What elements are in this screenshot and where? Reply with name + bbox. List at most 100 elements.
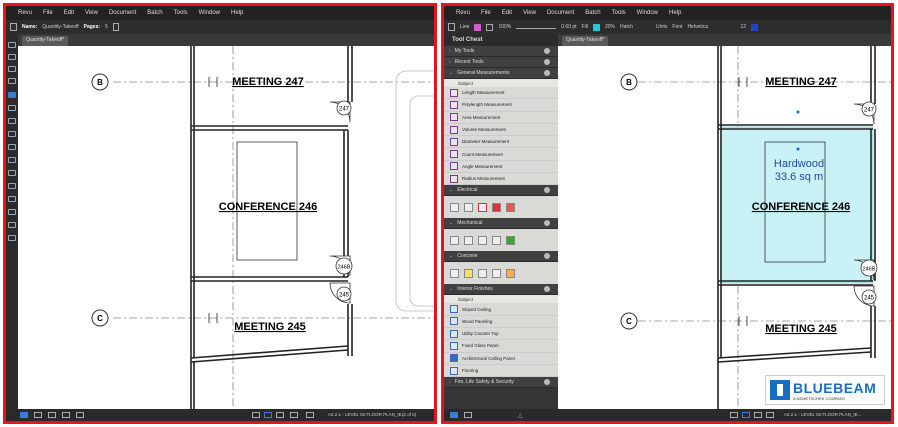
- category-concrete[interactable]: ⌄ Concrete: [444, 251, 558, 263]
- tool-fixed-glass-panel[interactable]: Fixed Glass Panel: [444, 340, 558, 353]
- bookmarks-icon[interactable]: [8, 54, 16, 60]
- page-selector[interactable]: A2.2.1 - LEVEL 02 FLOOR PLAN_IE...: [784, 412, 861, 417]
- thickness-field[interactable]: 0.60 pt: [561, 24, 576, 30]
- menu-help[interactable]: Help: [669, 10, 681, 16]
- line-color-swatch[interactable]: [474, 23, 482, 31]
- toilet-icon[interactable]: [492, 235, 501, 245]
- category-mechanical[interactable]: ⌄ Mechanical: [444, 218, 558, 230]
- pen-icon[interactable]: [8, 170, 16, 176]
- rebar-icon[interactable]: [506, 268, 515, 278]
- menu-revu[interactable]: Revu: [456, 10, 470, 16]
- add-icon[interactable]: [544, 187, 550, 194]
- menu-tools[interactable]: Tools: [612, 10, 626, 16]
- footing-icon[interactable]: [464, 268, 473, 278]
- add-icon[interactable]: [544, 70, 550, 76]
- menu-window[interactable]: Window: [637, 10, 658, 16]
- menu-document[interactable]: Document: [109, 10, 136, 16]
- single-page-icon[interactable]: [20, 412, 28, 418]
- signature-icon[interactable]: [8, 157, 16, 163]
- tree-icon[interactable]: [506, 235, 515, 245]
- switch-icon[interactable]: [464, 202, 473, 212]
- tool-volume-measurement[interactable]: Volume Measurement: [444, 124, 558, 137]
- menu-document[interactable]: Document: [547, 10, 574, 16]
- outlet-icon[interactable]: [450, 202, 459, 212]
- grid-icon[interactable]: [464, 412, 472, 418]
- compare-icon[interactable]: [8, 235, 16, 241]
- list-icon[interactable]: [450, 412, 458, 418]
- category-fire-life-safety[interactable]: › Fire, Life Safety & Security: [444, 377, 558, 389]
- markups-icon[interactable]: [8, 118, 16, 124]
- page-selector[interactable]: A2.2.1 - LEVEL 02 FLOOR PLAN_IE...: [328, 412, 405, 417]
- add-icon[interactable]: [544, 59, 550, 65]
- tool-area-measurement[interactable]: Area Measurement: [444, 112, 558, 124]
- side-by-side-icon[interactable]: [48, 412, 56, 418]
- category-general-measurements[interactable]: ⌄ General Measurements: [444, 68, 558, 79]
- triangle-icon[interactable]: △: [518, 412, 526, 419]
- save-icon[interactable]: [8, 209, 16, 215]
- name-field[interactable]: Quantity-Takeoff: [42, 24, 78, 30]
- tool-flooring[interactable]: Flooring: [444, 365, 558, 378]
- floor-plan-drawing[interactable]: B C: [558, 46, 891, 409]
- font-select[interactable]: Helvetica: [687, 24, 735, 30]
- fill-color-swatch[interactable]: [592, 23, 600, 31]
- document-tab[interactable]: Quantity-Takeoff*: [562, 36, 609, 46]
- tool-sloped-ceiling[interactable]: Sloped Ceiling: [444, 303, 558, 316]
- tool-architectural-ceiling-panel[interactable]: Architectural Ceiling Panel: [444, 353, 558, 365]
- add-icon[interactable]: [544, 220, 550, 227]
- pier-icon[interactable]: [492, 268, 501, 278]
- layers-icon[interactable]: [8, 78, 16, 84]
- zoom-icon[interactable]: [276, 412, 284, 418]
- tool-radius-measurement[interactable]: Radius Measurement: [444, 173, 558, 186]
- panel-icon[interactable]: [478, 202, 487, 212]
- links-icon[interactable]: [8, 183, 16, 189]
- menu-edit[interactable]: Edit: [64, 10, 74, 16]
- tool-count-measurement[interactable]: Count Measurement: [444, 148, 558, 161]
- zoom-icon[interactable]: [754, 412, 762, 418]
- menu-edit[interactable]: Edit: [502, 10, 512, 16]
- measure-handle[interactable]: [796, 110, 800, 114]
- grid-icon[interactable]: [76, 412, 84, 418]
- slab-icon[interactable]: [450, 268, 459, 278]
- font-size-select[interactable]: 12: [740, 24, 746, 30]
- tool-wood-paneling[interactable]: Wood Paneling: [444, 316, 558, 328]
- select-icon[interactable]: [264, 412, 272, 418]
- cone-icon[interactable]: [506, 202, 515, 212]
- column-icon[interactable]: [478, 268, 487, 278]
- pan-icon[interactable]: [252, 412, 260, 418]
- line-style-select[interactable]: [516, 25, 557, 29]
- split-icon[interactable]: [62, 412, 70, 418]
- page-icon[interactable]: [112, 23, 119, 31]
- menu-file[interactable]: File: [481, 10, 491, 16]
- menu-view[interactable]: View: [85, 10, 98, 16]
- sink-icon[interactable]: [478, 235, 487, 245]
- document-icon[interactable]: [10, 23, 17, 31]
- menu-batch[interactable]: Batch: [585, 10, 600, 16]
- tool-length-measurement[interactable]: Length Measurement: [444, 87, 558, 100]
- duct-icon[interactable]: [464, 235, 473, 245]
- category-interior-finishes[interactable]: ⌄ Interior Finishes: [444, 284, 558, 296]
- fit-width-icon[interactable]: [290, 412, 298, 418]
- opacity-icon[interactable]: [486, 23, 494, 31]
- tool-diameter-measurement[interactable]: Diameter Measurement: [444, 136, 558, 149]
- studio-icon[interactable]: [8, 196, 16, 202]
- fan-icon[interactable]: [450, 235, 459, 245]
- opacity-field[interactable]: 20%: [605, 24, 615, 30]
- file-access-icon[interactable]: [8, 66, 16, 72]
- tool-chest-icon[interactable]: [8, 92, 16, 98]
- measure-handle[interactable]: [796, 147, 800, 151]
- menu-help[interactable]: Help: [231, 10, 243, 16]
- properties-icon[interactable]: [8, 105, 16, 111]
- measurement-icon[interactable]: [8, 144, 16, 150]
- font-color-swatch[interactable]: [751, 23, 758, 31]
- category-electrical[interactable]: ⌄ Electrical: [444, 185, 558, 197]
- tool-utility-counter-top[interactable]: Utility Counter Top: [444, 328, 558, 341]
- document-icon[interactable]: [448, 23, 455, 31]
- menu-batch[interactable]: Batch: [147, 10, 162, 16]
- menu-tools[interactable]: Tools: [174, 10, 188, 16]
- add-icon[interactable]: [544, 48, 550, 54]
- first-page-icon[interactable]: [306, 412, 314, 418]
- search-icon[interactable]: [8, 222, 16, 228]
- tool-angle-measurement[interactable]: Angle Measurement: [444, 161, 558, 174]
- menu-file[interactable]: File: [43, 10, 53, 16]
- document-tab[interactable]: Quantity-Takeoff*: [22, 36, 69, 46]
